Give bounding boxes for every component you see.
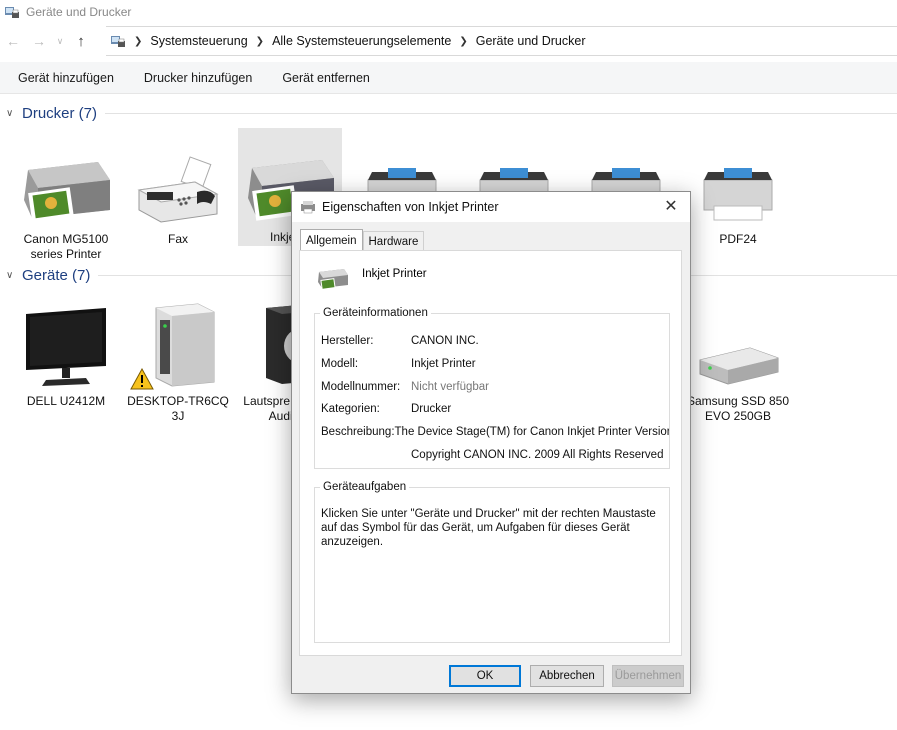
printer-icon [301, 201, 315, 214]
remove-device-button[interactable]: Gerät entfernen [282, 71, 370, 85]
multifunction-printer-icon [318, 269, 348, 290]
address-bar[interactable]: ❯ Systemsteuerung ❯ Alle Systemsteuerung… [106, 26, 897, 56]
device-tasks-group: Geräteaufgaben Klicken Sie unter "Geräte… [314, 481, 670, 643]
close-icon[interactable]: ✕ [660, 196, 682, 218]
tab-allgemein[interactable]: Allgemein [300, 229, 363, 251]
add-printer-button[interactable]: Drucker hinzufügen [144, 71, 252, 85]
info-row-manufacturer: Hersteller: CANON INC. [321, 335, 479, 347]
device-header: Inkjet Printer [316, 263, 427, 291]
cancel-button[interactable]: Abbrechen [530, 665, 604, 687]
dialog-tabs: Allgemein Hardware [300, 229, 425, 251]
device-label: Samsung SSD 850 EVO 250GB [686, 394, 790, 423]
device-item-desktop[interactable]: DESKTOP-TR6CQ 3J [126, 292, 230, 424]
info-row-copyright: Copyright CANON INC. 2009 All Rights Res… [411, 449, 664, 461]
dialog-title: Eigenschaften von Inkjet Printer [322, 200, 499, 214]
device-tasks-text: Klicken Sie unter "Geräte und Drucker" m… [321, 508, 656, 548]
chevron-down-icon[interactable]: ∨ [6, 270, 20, 281]
window-titlebar: Geräte und Drucker [0, 0, 897, 24]
breadcrumb-systemsteuerung[interactable]: Systemsteuerung [144, 34, 253, 48]
devices-and-printers-icon [111, 36, 125, 47]
device-item-fax[interactable]: Fax [126, 130, 230, 247]
device-tasks-legend: Geräteaufgaben [323, 481, 407, 493]
drive-icon [699, 347, 779, 385]
group-title-printers: Drucker (7) [22, 104, 98, 122]
tab-panel-general: Inkjet Printer Geräteinformationen Herst… [299, 250, 682, 656]
device-item-pdf24[interactable]: PDF24 [686, 130, 790, 247]
device-item-samsung-ssd[interactable]: Samsung SSD 850 EVO 250GB [686, 292, 790, 424]
ok-button[interactable]: OK [449, 665, 521, 687]
breadcrumb-separator-icon[interactable]: ❯ [254, 36, 266, 47]
multifunction-printer-icon [24, 162, 110, 223]
device-label: DELL U2412M [26, 394, 106, 408]
device-name: Inkjet Printer [362, 268, 427, 280]
add-device-button[interactable]: Gerät hinzufügen [18, 71, 114, 85]
fax-icon [137, 156, 219, 223]
info-row-categories: Kategorien: Drucker [321, 403, 452, 415]
info-row-description: Beschreibung: The Device Stage(TM) for C… [321, 426, 669, 438]
device-item-dell-u2412m[interactable]: DELL U2412M [14, 292, 118, 409]
chevron-down-icon[interactable]: ∨ [52, 28, 68, 54]
group-divider [105, 112, 897, 114]
window-title: Geräte und Drucker [26, 5, 132, 19]
arrow-up-icon[interactable]: ↑ [68, 28, 94, 54]
devices-and-printers-icon [5, 7, 19, 18]
group-header-printers[interactable]: ∨ Drucker (7) [0, 103, 897, 123]
device-info-legend: Geräteinformationen [323, 307, 428, 319]
breadcrumb-alle-elemente[interactable]: Alle Systemsteuerungselemente [266, 34, 457, 48]
breadcrumb-geraete-und-drucker[interactable]: Geräte und Drucker [470, 34, 592, 48]
dialog-titlebar[interactable]: Eigenschaften von Inkjet Printer ✕ [292, 192, 690, 222]
device-label: PDF24 [719, 232, 757, 246]
info-row-model-number: Modellnummer: Nicht verfügbar [321, 381, 489, 393]
device-info-group: Geräteinformationen Hersteller: CANON IN… [314, 307, 670, 469]
arrow-left-icon[interactable]: ← [0, 28, 26, 54]
device-label: Canon MG5100 series Printer [23, 232, 109, 261]
apply-button[interactable]: Übernehmen [612, 665, 684, 687]
device-label: Fax [167, 232, 188, 246]
arrow-right-icon[interactable]: → [26, 28, 52, 54]
breadcrumb-separator-icon[interactable]: ❯ [457, 36, 469, 47]
info-row-model: Modell: Inkjet Printer [321, 358, 476, 370]
printer-icon [703, 168, 773, 221]
properties-dialog: Eigenschaften von Inkjet Printer ✕ Allge… [291, 191, 691, 694]
warning-icon [130, 368, 154, 390]
monitor-icon [26, 308, 106, 386]
command-bar: Gerät hinzufügen Drucker hinzufügen Gerä… [0, 62, 897, 94]
chevron-down-icon[interactable]: ∨ [6, 108, 20, 119]
breadcrumb-separator-icon[interactable]: ❯ [132, 36, 144, 47]
group-title-devices: Geräte (7) [22, 266, 91, 284]
device-item-canon-mg5100[interactable]: Canon MG5100 series Printer [14, 130, 118, 262]
tab-hardware[interactable]: Hardware [362, 231, 425, 251]
device-label: DESKTOP-TR6CQ 3J [127, 394, 229, 423]
address-row: ← → ∨ ↑ ❯ Systemsteuerung ❯ Alle Systems… [0, 26, 897, 56]
